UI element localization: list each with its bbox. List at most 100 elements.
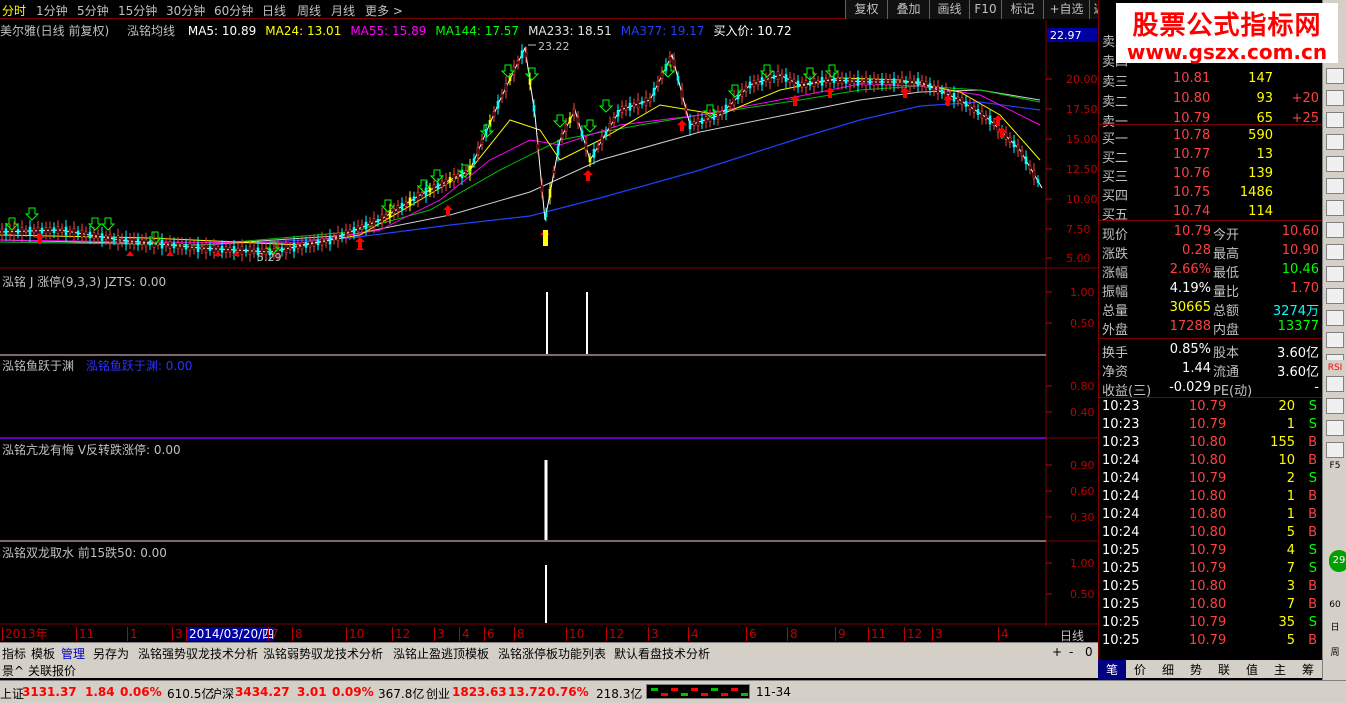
tab-5[interactable]: 60分钟: [214, 2, 253, 19]
quote-value: 1.70: [1290, 281, 1319, 296]
right-tab-6[interactable]: 主: [1266, 660, 1294, 680]
quote-row: 振幅 4.19% 量比 1.70: [1099, 280, 1323, 300]
quote-value: -: [1314, 380, 1319, 395]
toolbar-button-1[interactable]: 叠加: [887, 0, 929, 19]
tool-icon[interactable]: [1326, 310, 1344, 326]
market-status-bar: 上证 3131.37 1.84 0.06% 610.5亿 沪深 3434.27 3.01 0.0…: [0, 680, 1346, 703]
tab-9[interactable]: 更多 >: [365, 2, 403, 19]
tick-time: 10:24: [1102, 489, 1140, 504]
side-label-3[interactable]: 日: [1326, 620, 1344, 636]
quote-value: 3.60亿: [1277, 346, 1319, 361]
tick-side: S: [1308, 471, 1317, 486]
tab-3[interactable]: 15分钟: [118, 2, 157, 19]
quote-label: 振幅: [1102, 285, 1129, 300]
tick-volume: 35: [1278, 615, 1295, 630]
quote-value: 4.19%: [1169, 281, 1211, 296]
side-label-2[interactable]: 周: [1326, 645, 1344, 661]
quote-label: 总额: [1213, 304, 1240, 319]
status-sz_chg: 3.01: [297, 685, 327, 699]
right-tab-0[interactable]: 笔: [1098, 660, 1126, 680]
tick-side: B: [1308, 597, 1317, 612]
tick-time: 10:24: [1102, 507, 1140, 522]
date-tick: 10: [346, 627, 364, 641]
toolbar-button-4[interactable]: 标记: [1001, 0, 1043, 19]
tool-icon[interactable]: [1326, 134, 1344, 150]
tick-price: 10.79: [1189, 399, 1227, 414]
date-tick: 12: [606, 627, 624, 641]
tool-icon[interactable]: [1326, 398, 1344, 414]
tab-6[interactable]: 日线: [262, 2, 286, 19]
ma233-line: [0, 89, 1041, 246]
side-label-4[interactable]: 60: [1326, 597, 1344, 613]
tab-7[interactable]: 周线: [297, 2, 321, 19]
nav-control-0[interactable]: +: [1052, 645, 1062, 659]
ma-group-label[interactable]: 泓铭均线: [127, 24, 175, 38]
tab-1[interactable]: 1分钟: [36, 2, 68, 19]
tool-icon[interactable]: [1326, 244, 1344, 260]
sub-tab-1[interactable]: 关联报价: [28, 662, 76, 679]
date-tick: 10: [566, 627, 584, 641]
tool-icon[interactable]: [1326, 90, 1344, 106]
sell-arrow-icon: [582, 119, 598, 133]
tick-volume: 2: [1286, 471, 1295, 486]
sell-arrow-icon: [429, 169, 445, 183]
tool-icon[interactable]: [1326, 156, 1344, 172]
tab-4[interactable]: 30分钟: [166, 2, 205, 19]
status-cy_chg: 13.72: [508, 685, 546, 699]
tick-price: 10.80: [1189, 435, 1227, 450]
right-tab-5[interactable]: 值: [1238, 660, 1266, 680]
tool-icon[interactable]: [1326, 442, 1344, 458]
low-price-label: 5.29: [257, 251, 282, 264]
tick-price: 10.80: [1189, 453, 1227, 468]
price-top-label: 22.97: [1050, 29, 1082, 42]
tick-volume: 1: [1286, 489, 1295, 504]
sell-arrow-icon: [416, 179, 432, 193]
tool-icon[interactable]: [1326, 178, 1344, 194]
sub2-name: 泓铭鱼跃于渊: [2, 359, 75, 373]
tick-price: 10.79: [1189, 417, 1227, 432]
tick-volume: 4: [1286, 543, 1295, 558]
side-label-0[interactable]: RSI: [1326, 360, 1344, 376]
right-tab-2[interactable]: 细: [1154, 660, 1182, 680]
tick-volume: 5: [1286, 633, 1295, 648]
tool-icon[interactable]: [1326, 266, 1344, 282]
right-tab-4[interactable]: 联: [1210, 660, 1238, 680]
toolbar-button-5[interactable]: +自选: [1043, 0, 1089, 19]
quote-label: 量比: [1213, 285, 1240, 300]
quote-row: 总量 30665 总额 3274万: [1099, 299, 1323, 319]
nav-control-2[interactable]: 0: [1085, 645, 1093, 659]
nav-control-1[interactable]: -: [1069, 645, 1073, 659]
sub-tick: 1.00: [1070, 286, 1095, 299]
tab-0[interactable]: 分时: [2, 2, 26, 19]
kline-chart-area[interactable]: 22.97 20.00 17.50 15.00 12.50 10.00 7.50 5.00 2…: [0, 20, 1098, 628]
quote-row: 买一 10.78 590: [1099, 127, 1323, 147]
toolbar-button-2[interactable]: 画线: [929, 0, 969, 19]
tool-icon[interactable]: [1326, 222, 1344, 238]
tool-icon[interactable]: [1326, 112, 1344, 128]
tool-icon[interactable]: [1326, 200, 1344, 216]
toolbar-button-3[interactable]: F10: [969, 0, 1001, 19]
side-label-1[interactable]: F5: [1326, 458, 1344, 474]
tick-volume: 155: [1270, 435, 1295, 450]
toolbar-button-0[interactable]: 复权: [845, 0, 887, 19]
badge-icon[interactable]: 29: [1329, 550, 1346, 572]
stock-title: 美尔雅(日线 前复权): [0, 24, 110, 38]
tool-icon[interactable]: [1326, 420, 1344, 436]
sell-arrow-icon: [660, 64, 676, 78]
sub-tab-0[interactable]: 景^: [2, 662, 24, 679]
sell-volume: 93: [1256, 91, 1273, 106]
right-tab-1[interactable]: 价: [1126, 660, 1154, 680]
tab-8[interactable]: 月线: [331, 2, 355, 19]
period-tab-bar: 分时 1分钟 5分钟 15分钟 30分钟 60分钟 日线 周线 月线 更多 > 复权 叠加 画线 F10 标…: [0, 0, 1121, 19]
tab-2[interactable]: 5分钟: [77, 2, 109, 19]
tool-icon[interactable]: [1326, 68, 1344, 84]
sub-tick: 1.00: [1070, 557, 1095, 570]
tool-icon[interactable]: [1326, 376, 1344, 392]
status-cy_val: 1823.63: [452, 685, 507, 699]
right-tab-3[interactable]: 势: [1182, 660, 1210, 680]
tick-time: 10:25: [1102, 543, 1140, 558]
right-tab-7[interactable]: 筹: [1294, 660, 1322, 680]
tool-icon[interactable]: [1326, 332, 1344, 348]
quote-row: 涨幅 2.66% 最低 10.46: [1099, 261, 1323, 281]
tool-icon[interactable]: [1326, 288, 1344, 304]
